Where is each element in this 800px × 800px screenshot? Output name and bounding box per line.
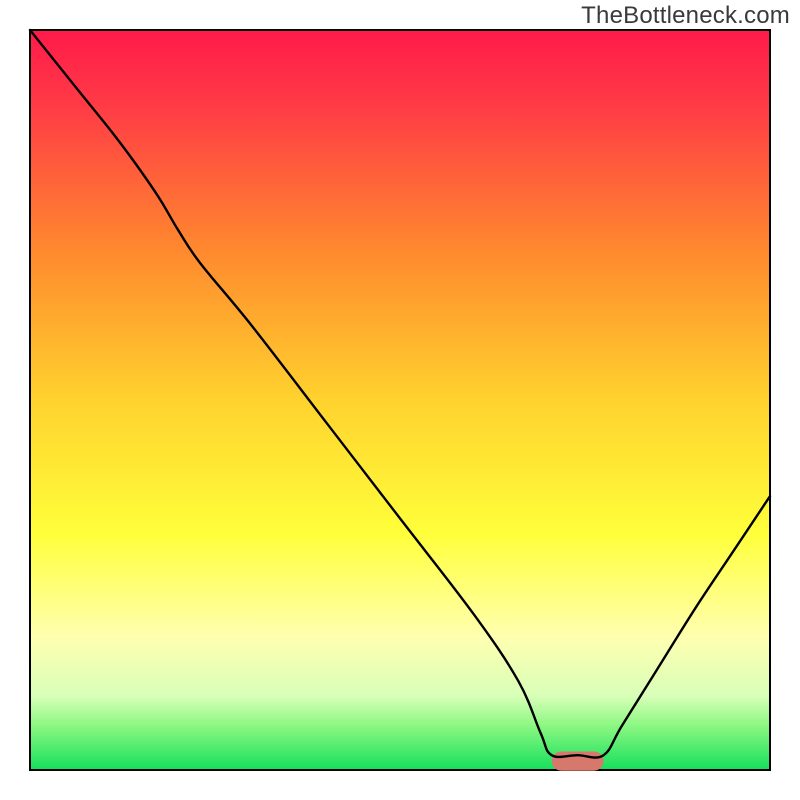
- plot-area: [30, 30, 770, 771]
- plot-background: [30, 30, 770, 770]
- chart-canvas: [0, 0, 800, 800]
- bottleneck-chart: TheBottleneck.com: [0, 0, 800, 800]
- watermark-text: TheBottleneck.com: [581, 2, 790, 30]
